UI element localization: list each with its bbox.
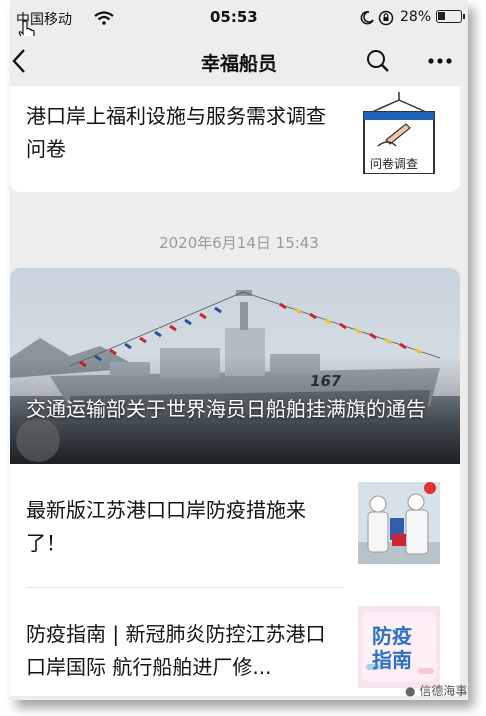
wifi-icon — [94, 11, 114, 25]
thumbnail-caption: 指南 — [372, 648, 412, 672]
divider — [26, 587, 344, 588]
article-thumbnail: 防疫 指南 — [358, 606, 440, 688]
date-header: 2020年6月14日 15:43 — [159, 234, 319, 252]
watermark: ● 信德海事 — [405, 682, 467, 699]
article-thumbnail — [358, 482, 440, 564]
article-title: 防疫指南 | 新冠肺炎防控江苏港口口岸国际 航行船舶进厂修... — [26, 622, 326, 679]
audio-badge-icon — [16, 418, 60, 462]
wechat-icon: ● — [405, 684, 416, 698]
battery-icon — [436, 10, 465, 23]
clock: 05:53 — [210, 8, 258, 26]
ship-hull-number: 167 — [308, 372, 343, 390]
orientation-lock-icon — [378, 10, 394, 26]
nav-bar: 幸福船员 — [10, 36, 468, 86]
phone-screen: 中国移动 05:53 28% 幸福船员 港口岸上福利设施与服务需求调查问卷 问卷… — [10, 0, 468, 700]
article-card[interactable]: 167 交通运输部关于世界海员日船舶挂满旗的通告 最新版江苏港口口岸防疫措施来了… — [10, 268, 460, 696]
article-title: 最新版江苏港口口岸防疫措施来了！ — [26, 498, 306, 555]
battery-percent: 28% — [400, 9, 432, 25]
status-bar: 中国移动 05:53 28% — [10, 0, 468, 36]
article-title: 港口岸上福利设施与服务需求调查问卷 — [26, 104, 326, 161]
moon-icon — [360, 11, 374, 25]
watermark-text: 信德海事 — [419, 684, 468, 698]
more-icon[interactable] — [428, 58, 452, 64]
page-title: 幸福船员 — [200, 53, 277, 75]
article-title: 交通运输部关于世界海员日船舶挂满旗的通告 — [26, 397, 426, 421]
search-icon[interactable] — [366, 49, 390, 73]
article-thumbnail: 问卷调查 — [358, 92, 440, 174]
article-card[interactable]: 港口岸上福利设施与服务需求调查问卷 问卷调查 — [10, 86, 460, 192]
hero-image: 167 — [10, 268, 460, 464]
thumbnail-caption: 问卷调查 — [370, 157, 419, 171]
